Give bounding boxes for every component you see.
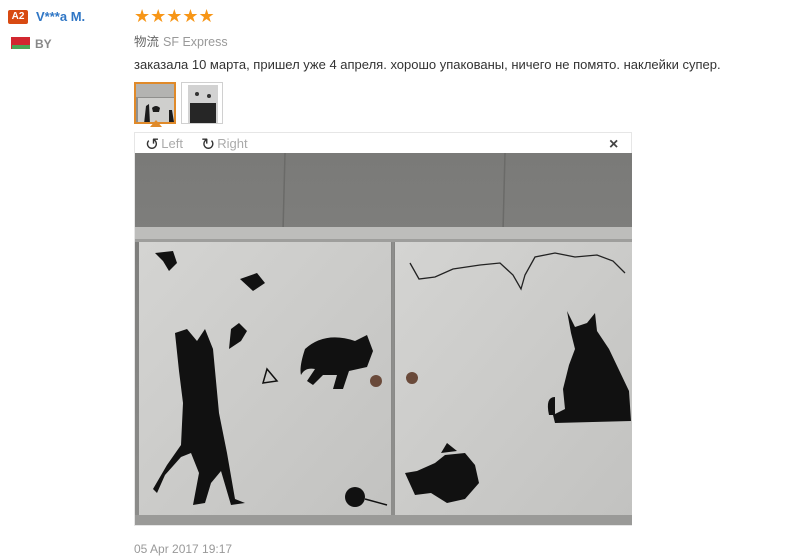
close-viewer-button[interactable]: × — [609, 136, 618, 154]
shipping-info: 物流 SF Express — [134, 31, 228, 50]
shipping-label: 物流 — [134, 35, 160, 49]
cat-stickers-photo — [135, 153, 632, 525]
selected-thumbnail-pointer — [150, 120, 162, 127]
rotate-left-label: Left — [161, 136, 183, 151]
rotate-right-label: Right — [217, 136, 248, 151]
shipping-carrier: SF Express — [163, 35, 228, 49]
star-rating: ★★★★★ — [134, 6, 215, 26]
rotate-right-icon: ↻ — [201, 135, 216, 154]
rotate-right-button[interactable]: ↻ Right — [201, 135, 248, 155]
rotate-left-icon: ↺ — [145, 135, 160, 154]
reviewer-name-link[interactable]: V***a M. — [36, 9, 85, 24]
review-date: 05 Apr 2017 19:17 — [134, 542, 233, 556]
review-photo — [135, 153, 632, 525]
review-thumbnail-2[interactable] — [181, 82, 223, 124]
thumbnail-image — [136, 84, 174, 122]
review-text: заказала 10 марта, пришел уже 4 апреля. … — [134, 57, 721, 72]
rotate-left-button[interactable]: ↺ Left — [145, 135, 183, 155]
reviewer-level-badge: A2 — [8, 10, 28, 24]
thumbnail-image — [182, 83, 222, 123]
review-thumbnail-1[interactable] — [134, 82, 176, 124]
reviewer-country: BY — [35, 37, 52, 51]
belarus-flag-icon — [8, 37, 30, 49]
